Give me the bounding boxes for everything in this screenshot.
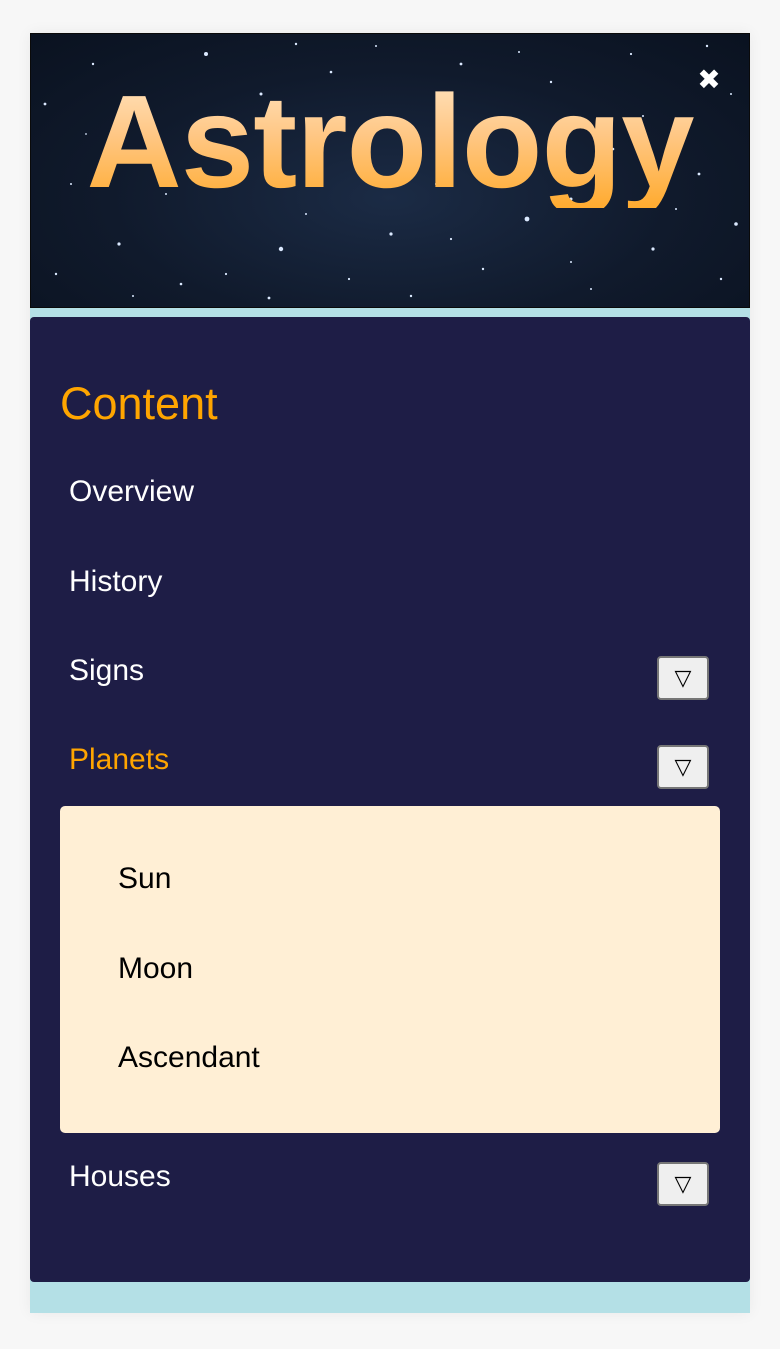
- triangle-down-icon: ▽: [674, 754, 692, 779]
- submenu-item-moon[interactable]: Moon: [118, 951, 193, 987]
- page: Astrology ✖ Content Overview History Sig…: [30, 33, 750, 1313]
- nav-item-overview[interactable]: Overview: [69, 474, 194, 510]
- triangle-down-icon: ▽: [674, 665, 692, 690]
- submenu-item-sun[interactable]: Sun: [118, 861, 171, 897]
- content-panel: Content Overview History Signs ▽ Planets…: [30, 317, 750, 1282]
- planets-submenu: Sun Moon Ascendant: [60, 806, 720, 1133]
- houses-toggle-button[interactable]: ▽: [657, 1162, 709, 1206]
- nav-item-planets[interactable]: Planets: [69, 742, 169, 778]
- nav-item-signs[interactable]: Signs: [69, 653, 144, 689]
- planets-toggle-button[interactable]: ▽: [657, 745, 709, 789]
- header-banner: Astrology ✖: [30, 33, 750, 308]
- signs-toggle-button[interactable]: ▽: [657, 656, 709, 700]
- submenu-item-ascendant[interactable]: Ascendant: [118, 1040, 260, 1076]
- nav-item-history[interactable]: History: [69, 564, 162, 600]
- close-icon[interactable]: ✖: [695, 66, 723, 94]
- triangle-down-icon: ▽: [674, 1171, 692, 1196]
- page-title: Astrology: [31, 76, 749, 208]
- nav-item-houses[interactable]: Houses: [69, 1159, 171, 1195]
- content-heading: Content: [60, 378, 218, 429]
